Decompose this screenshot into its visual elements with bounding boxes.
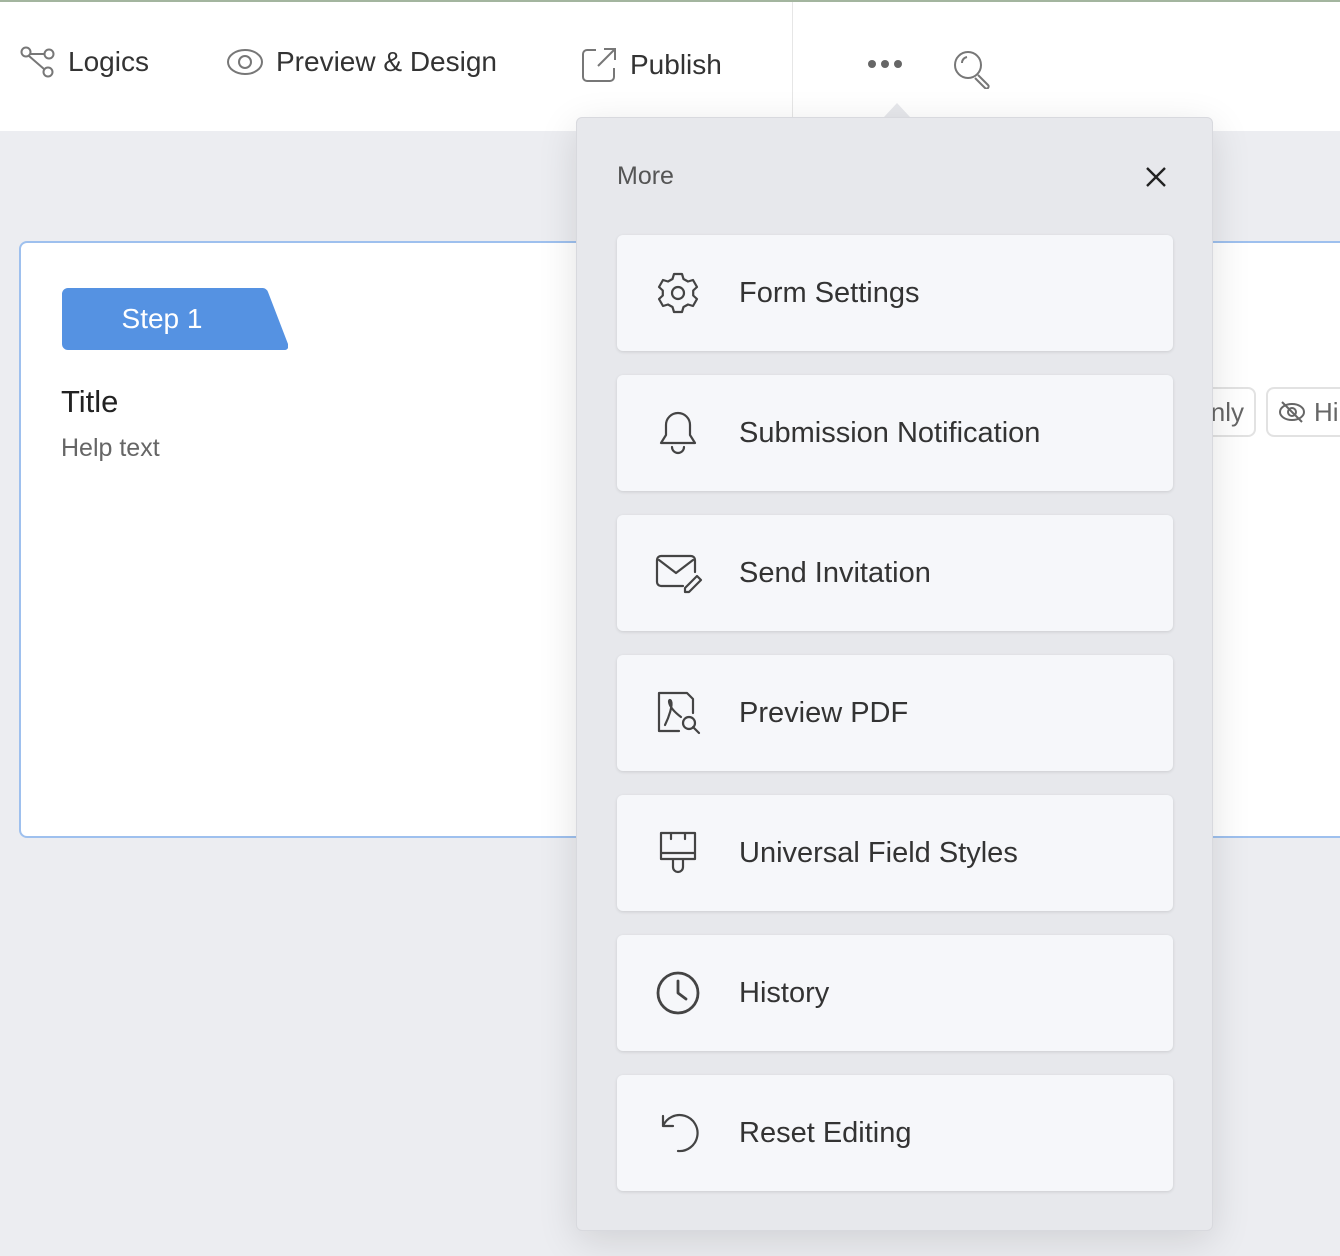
more-menu-title: More xyxy=(617,162,674,190)
logics-tab[interactable]: Logics xyxy=(20,46,149,78)
top-toolbar: Logics Preview & Design Publish xyxy=(0,0,1340,133)
popover-arrow xyxy=(884,103,910,117)
menu-item-label: Preview PDF xyxy=(739,696,909,729)
mail-edit-icon xyxy=(655,554,703,594)
toolbar-divider xyxy=(792,2,793,133)
preview-design-label: Preview & Design xyxy=(276,46,497,77)
menu-item-label: Send Invitation xyxy=(739,556,931,589)
menu-item-send-invitation[interactable]: Send Invitation xyxy=(617,515,1173,631)
menu-item-universal-field-styles[interactable]: Universal Field Styles xyxy=(617,795,1173,911)
pdf-search-icon xyxy=(657,691,701,735)
readonly-label: nly xyxy=(1210,397,1244,427)
step-label: Step 1 xyxy=(121,303,203,334)
publish-tab[interactable]: Publish xyxy=(580,46,722,84)
reset-icon xyxy=(661,1113,699,1153)
menu-item-preview-pdf[interactable]: Preview PDF xyxy=(617,655,1173,771)
menu-item-label: Universal Field Styles xyxy=(739,836,1018,869)
menu-item-label: Reset Editing xyxy=(739,1116,912,1149)
bell-icon xyxy=(659,411,697,455)
brush-icon xyxy=(659,831,697,874)
gear-icon xyxy=(657,272,699,314)
menu-item-label: Form Settings xyxy=(739,276,920,309)
hide-label: Hi xyxy=(1314,397,1339,427)
field-help-text[interactable]: Help text xyxy=(61,434,160,463)
preview-design-tab[interactable]: Preview & Design xyxy=(226,46,497,78)
menu-item-form-settings[interactable]: Form Settings xyxy=(617,235,1173,351)
clock-icon xyxy=(656,971,700,1015)
search-icon[interactable] xyxy=(952,49,992,89)
menu-item-history[interactable]: History xyxy=(617,935,1173,1051)
eye-off-icon xyxy=(1279,401,1305,423)
more-button[interactable] xyxy=(868,60,902,68)
eye-icon xyxy=(227,49,263,75)
menu-item-label: History xyxy=(739,976,830,1009)
close-icon[interactable] xyxy=(1145,166,1167,188)
field-title[interactable]: Title xyxy=(61,384,118,420)
step-tab[interactable]: Step 1 xyxy=(62,288,288,350)
more-menu-popover: More Form Settings Submission Notificati… xyxy=(576,117,1213,1231)
menu-item-label: Submission Notification xyxy=(739,416,1041,449)
logics-icon xyxy=(20,46,55,78)
logics-label: Logics xyxy=(68,46,149,77)
external-link-icon xyxy=(582,48,616,82)
hide-chip[interactable]: Hi xyxy=(1266,387,1340,437)
menu-item-reset-editing[interactable]: Reset Editing xyxy=(617,1075,1173,1191)
publish-label: Publish xyxy=(630,49,722,80)
menu-item-submission-notification[interactable]: Submission Notification xyxy=(617,375,1173,491)
